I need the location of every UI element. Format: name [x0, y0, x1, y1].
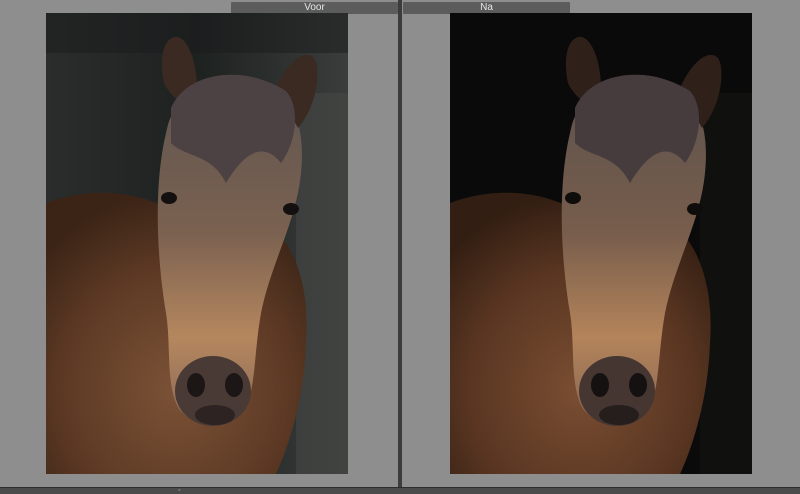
toolbar-icon[interactable]: ◦: [178, 487, 186, 494]
before-photo[interactable]: [46, 13, 348, 474]
after-photo[interactable]: [450, 13, 752, 474]
horse-photo-icon: [450, 13, 752, 474]
horse-photo-icon: [46, 13, 348, 474]
before-pane: Voor: [0, 0, 398, 487]
after-pane: Na: [402, 0, 800, 487]
